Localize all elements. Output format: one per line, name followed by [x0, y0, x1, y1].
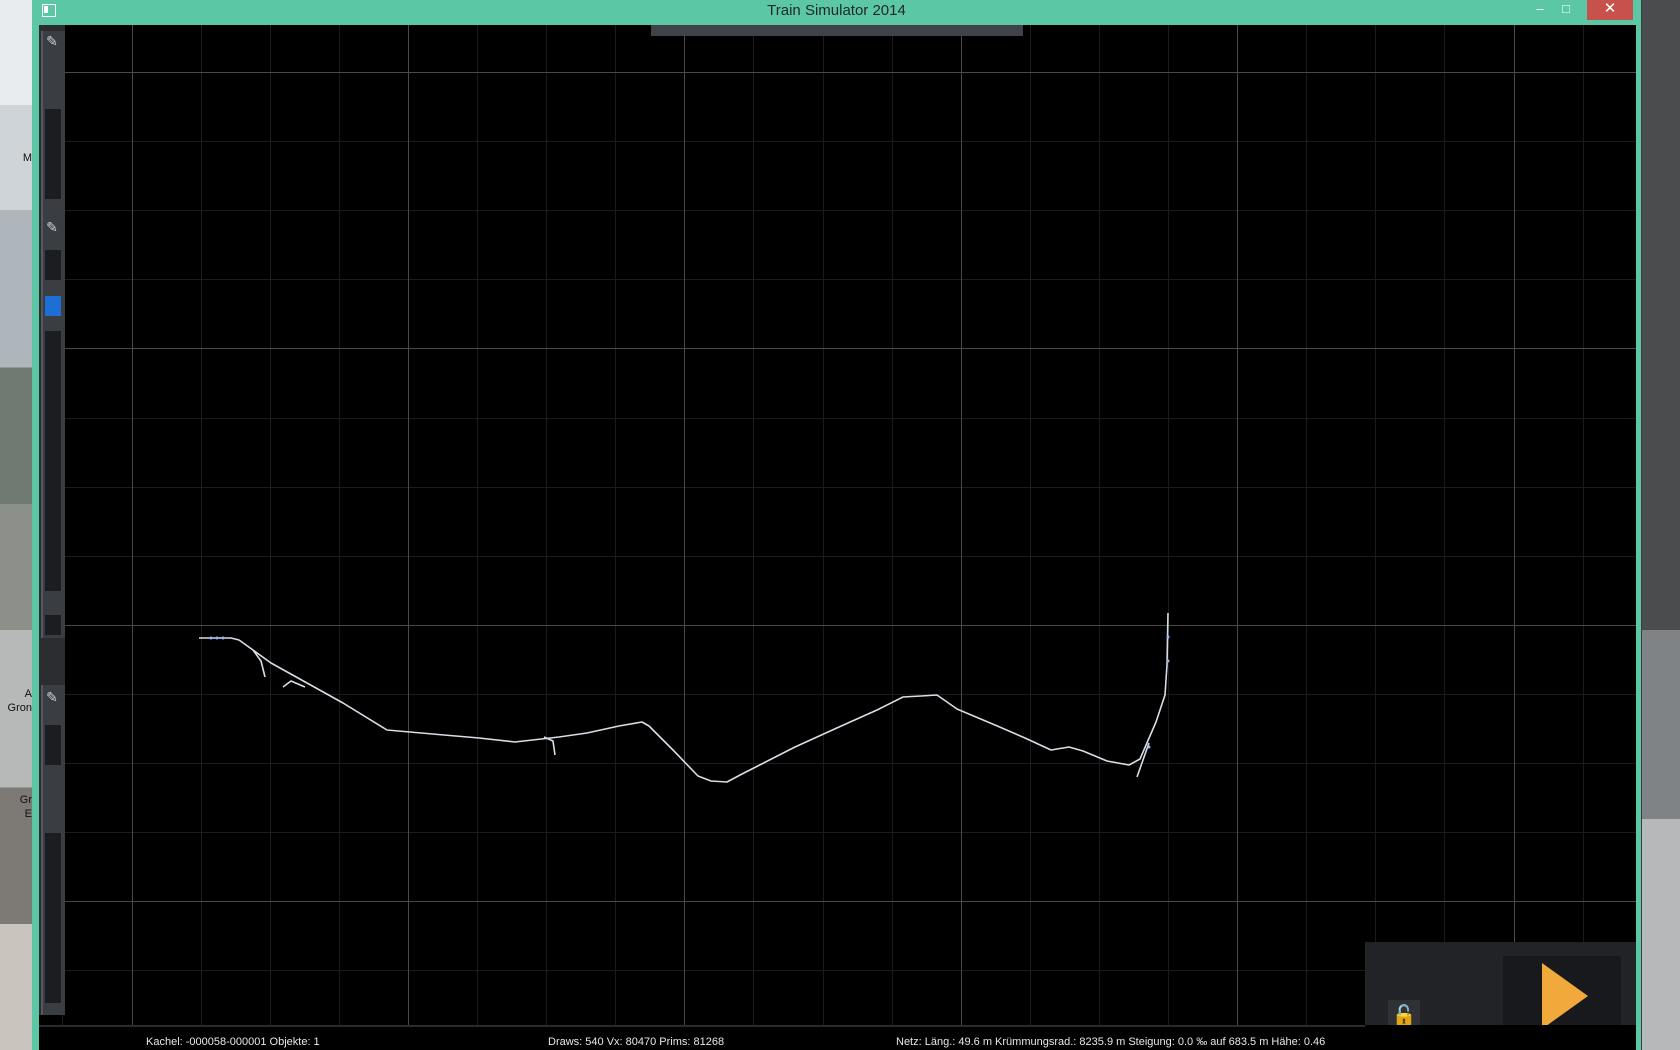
minimize-button[interactable]: – [1527, 0, 1553, 20]
sidebar-slot [45, 109, 61, 199]
track-branch [282, 680, 306, 688]
editor-viewport[interactable]: ✎ ✎ ✎ 🔓 Kachel: -000058-000001 Objekte: … [39, 25, 1636, 1050]
track-marker [1166, 659, 1170, 663]
track-marker [1166, 635, 1170, 639]
desktop-label: A [24, 688, 32, 700]
desktop-background-left: M A Gron Gr E [0, 0, 32, 1050]
tool-sidebar: ✎ ✎ ✎ [39, 25, 65, 1015]
desktop-label: Gron [7, 702, 32, 714]
top-panel-handle[interactable] [651, 25, 1023, 36]
map-canvas[interactable] [39, 25, 1636, 1025]
major-grid [39, 25, 1636, 1025]
title-bar[interactable]: Train Simulator 2014 – □ ✕ [32, 0, 1641, 24]
track-main-line [199, 612, 1169, 783]
track-marker [221, 636, 225, 640]
minor-grid [39, 25, 1636, 1025]
desktop-label: M [22, 152, 32, 164]
track-marker [215, 636, 219, 640]
sidebar-slot [45, 615, 61, 635]
sidebar-slot [45, 250, 61, 280]
track-branch [543, 736, 556, 756]
close-button[interactable]: ✕ [1587, 0, 1633, 20]
pin-tool-icon[interactable]: ✎ [42, 31, 62, 51]
status-draws: Draws: 540 Vx: 80470 Prims: 81268 [548, 1036, 725, 1048]
pin-tool-icon[interactable]: ✎ [42, 217, 62, 237]
status-tile: Kachel: -000058-000001 Objekte: 1 [146, 1036, 320, 1048]
maximize-button[interactable]: □ [1553, 0, 1579, 20]
track-network [199, 612, 1169, 783]
sidebar-slot [45, 725, 61, 765]
desktop-label: E [24, 808, 32, 820]
track-marker [209, 636, 213, 640]
track-marker [1147, 745, 1151, 749]
status-bar: Kachel: -000058-000001 Objekte: 1 Draws:… [39, 1025, 1636, 1050]
app-window: Train Simulator 2014 – □ ✕ ✎ ✎ ✎ 🔓 Kache… [32, 0, 1641, 1050]
desktop-background-right [1642, 0, 1680, 1050]
play-button[interactable] [1542, 963, 1588, 1029]
window-title: Train Simulator 2014 [767, 2, 906, 19]
status-net: Netz: Läng.: 49.6 m Krümmungsrad.: 8235.… [896, 1036, 1326, 1048]
desktop-label: Gr [19, 794, 32, 806]
sidebar-slot [45, 331, 61, 591]
pin-tool-icon[interactable]: ✎ [42, 687, 62, 707]
sidebar-slot-selected[interactable] [45, 296, 61, 316]
sidebar-slot [45, 833, 61, 1003]
track-markers [209, 635, 1170, 749]
